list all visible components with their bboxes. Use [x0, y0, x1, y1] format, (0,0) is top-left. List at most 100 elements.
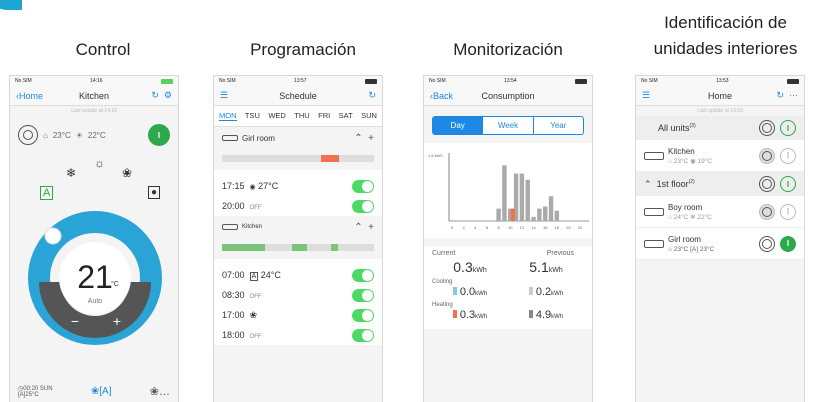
select-icon[interactable]	[759, 176, 775, 192]
select-icon[interactable]	[759, 235, 775, 252]
item-time: 17:00	[222, 309, 245, 320]
unit: kWh	[551, 291, 564, 297]
tab-fri[interactable]: FRI	[318, 111, 330, 121]
battery-icon	[787, 78, 799, 84]
select-icon[interactable]	[759, 147, 775, 164]
group-label: ⌃ 1st floor(2)	[644, 179, 695, 190]
heating-values: 0.3kWh 4.9kWh	[432, 309, 584, 321]
item-toggle[interactable]	[352, 308, 374, 322]
tab-mon[interactable]: MON	[219, 111, 237, 121]
unit-name: Boy room	[668, 202, 703, 212]
unit-temps: ⌂ 24°C ❄ 22°C	[668, 213, 712, 221]
select-all-icon[interactable]	[759, 120, 775, 136]
item-time: 07:00	[222, 270, 245, 280]
plus-button[interactable]: +	[113, 313, 121, 329]
bars-group	[496, 165, 560, 221]
mode-label: Auto	[88, 298, 103, 305]
room-temp: 23°C	[673, 157, 689, 165]
cooling-label: Cooling	[432, 279, 453, 285]
timer-temp: 25°C	[25, 392, 39, 398]
group-row-floor[interactable]: ⌃ 1st floor(2) I	[636, 172, 804, 196]
x-tick-label: 10	[508, 225, 513, 230]
unit-row-kitchen[interactable]: Kitchen ⌂ 23°C ◉ 19°C I	[636, 140, 804, 172]
refresh-icon[interactable]: ↻	[151, 90, 159, 100]
tab-year[interactable]: Year	[532, 117, 583, 134]
select-icon[interactable]	[759, 203, 775, 220]
clock: 14:16	[90, 78, 103, 84]
power-button[interactable]: I	[780, 176, 796, 192]
back-button[interactable]: ‹Back	[430, 91, 453, 101]
collapse-icon[interactable]: ⌃	[354, 133, 362, 144]
carrier: No SIM	[15, 78, 32, 84]
caption-identification: Identificación de unidades interiores	[630, 10, 821, 62]
item-toggle[interactable]	[352, 288, 374, 302]
collapse-icon[interactable]: ⌃	[644, 179, 652, 189]
dry-mode-icon[interactable]: ●	[148, 186, 161, 199]
unit-info: Girl room ⌂ 23°C [A] 23°C	[644, 235, 714, 253]
unit-actions: I	[759, 203, 796, 220]
unit: kWh	[551, 314, 564, 320]
temperature-dial[interactable]: °C 21 Auto − +	[25, 208, 165, 348]
x-tick-label: 16	[543, 225, 548, 230]
ac-unit-icon	[644, 207, 664, 216]
power-button[interactable]: I	[780, 235, 796, 252]
menu-icon[interactable]: ☰	[220, 90, 228, 101]
heat-mode-icon[interactable]: ☼	[94, 156, 105, 170]
power-button[interactable]: I	[780, 147, 796, 164]
collapse-icon[interactable]: ⌃	[354, 222, 362, 233]
tab-wed[interactable]: WED	[268, 111, 286, 121]
settings-icon[interactable]: ⚙	[164, 90, 172, 100]
navbar: ☰ Schedule ↻	[214, 86, 382, 106]
more-icon[interactable]: ···	[789, 90, 798, 100]
item-toggle[interactable]	[352, 328, 374, 342]
refresh-icon[interactable]: ↻	[776, 90, 784, 100]
timer-info[interactable]: ◷00:20 SUN [A]25°C	[18, 385, 53, 398]
add-icon[interactable]: +	[368, 222, 374, 233]
fan-mode-icon[interactable]: ❀	[122, 166, 132, 180]
cooling-values: 0.0kWh 0.2kWh	[432, 286, 584, 298]
power-button[interactable]: I	[148, 124, 170, 146]
minus-button[interactable]: −	[71, 313, 79, 329]
unit-row-girl[interactable]: Girl room ⌂ 23°C [A] 23°C I	[636, 228, 804, 260]
item-toggle[interactable]	[352, 199, 374, 213]
tab-sun[interactable]: SUN	[361, 111, 377, 121]
tab-day[interactable]: Day	[433, 117, 483, 134]
caption-identification-line2: unidades interiores	[653, 39, 798, 58]
tab-thu[interactable]: THU	[294, 111, 309, 121]
cooling-current: 0.0kWh	[452, 286, 487, 298]
schedule-list-1: 17:15 ◉ 27°C 20:00 OFF	[214, 170, 382, 216]
tab-tsu[interactable]: TSU	[245, 111, 260, 121]
unit-row-boy[interactable]: Boy room ⌂ 24°C ❄ 22°C I	[636, 196, 804, 228]
tab-week[interactable]: Week	[482, 117, 532, 134]
last-update: Last update at 13:53	[697, 108, 743, 114]
room-temp: 23°C	[673, 245, 689, 253]
outdoor-icon: ☀	[75, 130, 83, 140]
bar	[531, 216, 536, 221]
power-all-button[interactable]: I	[780, 120, 796, 136]
swing-icon[interactable]: ❀…	[150, 385, 170, 398]
menu-icon[interactable]: ☰	[642, 90, 650, 101]
power-button[interactable]: I	[780, 203, 796, 220]
item-toggle[interactable]	[352, 179, 374, 193]
item-text: 17:15 ◉ 27°C	[222, 181, 278, 191]
item-value: OFF	[249, 294, 262, 300]
prev-swatch	[528, 310, 533, 318]
timeline-bar-1	[222, 155, 374, 162]
item-toggle[interactable]	[352, 268, 374, 282]
cool-mode-icon[interactable]: ❄	[66, 166, 76, 180]
add-icon[interactable]: +	[368, 133, 374, 144]
back-button[interactable]: ‹Home	[16, 91, 43, 101]
previous-label: Previous	[546, 250, 574, 257]
schedule-item: 07:00 A 24°C	[214, 265, 382, 285]
auto-mode-icon[interactable]: A	[40, 186, 54, 200]
status-bar: No SIM 14:16	[10, 76, 178, 86]
tab-sat[interactable]: SAT	[339, 111, 353, 121]
unit-info: Kitchen ⌂ 23°C ◉ 19°C	[644, 147, 712, 165]
unit-select-icon[interactable]	[18, 125, 38, 145]
room-title-2: Kitchen	[222, 224, 262, 230]
fan-auto-icon[interactable]: ❀[A]	[91, 386, 112, 397]
all-units-actions: I	[759, 120, 796, 136]
refresh-icon[interactable]: ↻	[368, 90, 376, 101]
bar	[525, 179, 530, 221]
all-units-row[interactable]: All units(3) I	[636, 116, 804, 140]
